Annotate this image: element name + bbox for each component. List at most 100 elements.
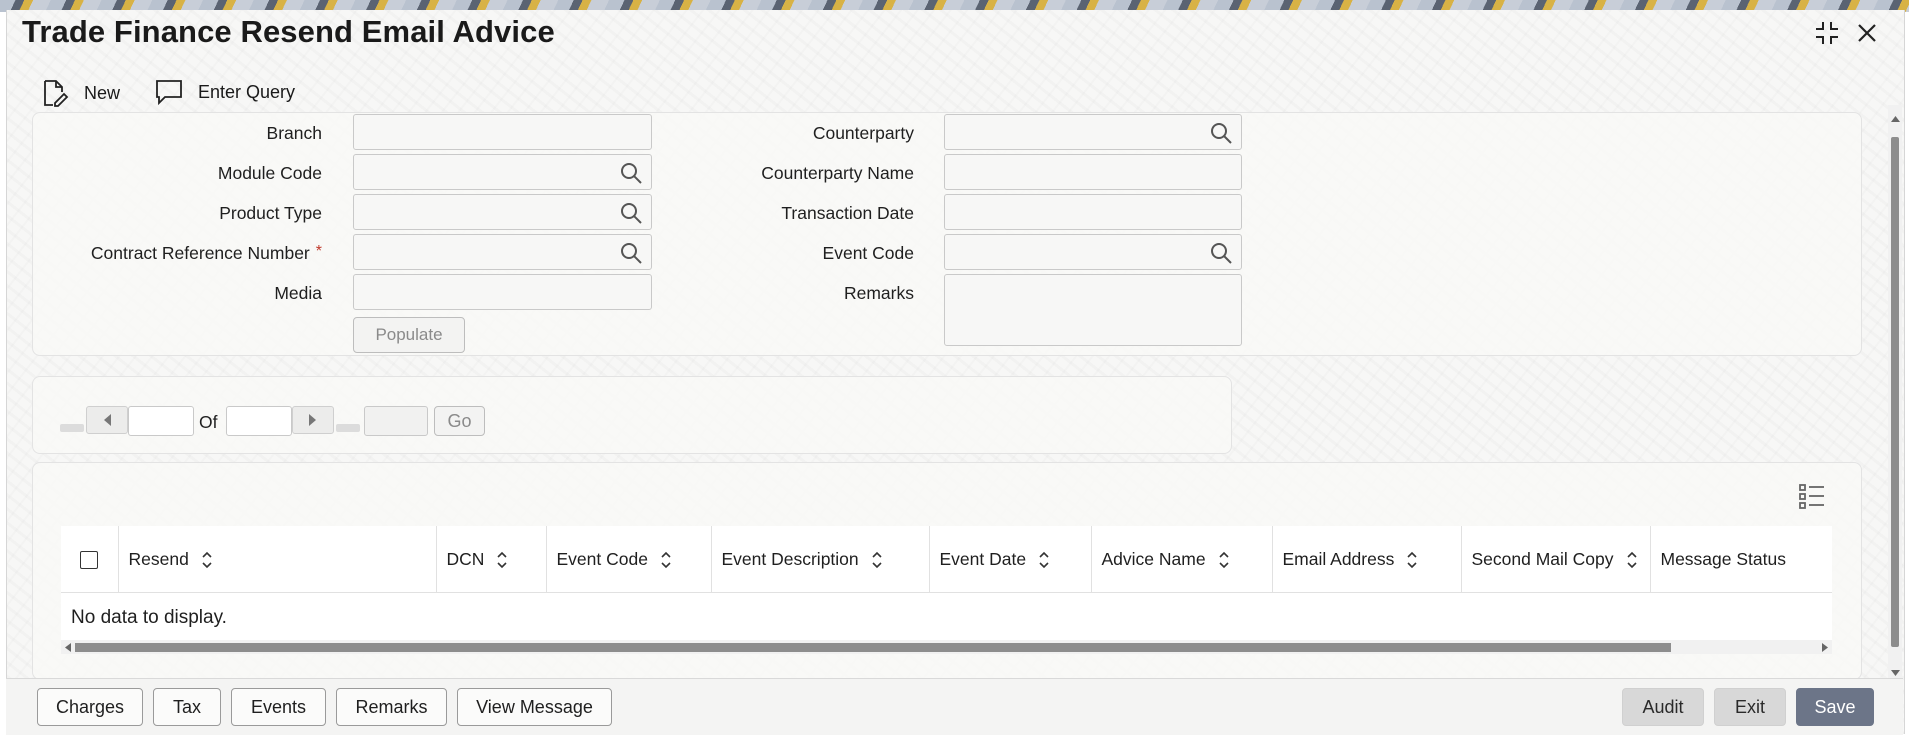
vertical-scrollbar[interactable] <box>1888 105 1902 681</box>
remarks-field[interactable] <box>944 274 1242 346</box>
search-icon[interactable] <box>619 241 643 265</box>
contract-ref-text: Contract Reference Number <box>90 243 310 263</box>
required-marker: * <box>315 243 322 260</box>
media-field[interactable] <box>353 274 652 310</box>
goto-page-field[interactable] <box>364 406 428 436</box>
select-all-checkbox[interactable] <box>80 550 99 569</box>
column-header-label: Event Code <box>556 548 648 569</box>
media-input[interactable] <box>354 275 651 309</box>
column-options-button[interactable] <box>1798 482 1826 515</box>
close-icon <box>1858 24 1876 42</box>
caret-left-icon <box>104 414 111 426</box>
column-header-label: DCN <box>446 548 485 569</box>
transaction-date-field[interactable] <box>944 194 1242 230</box>
module-code-field[interactable] <box>353 154 652 190</box>
column-header[interactable]: Advice Name <box>1091 526 1273 593</box>
search-icon[interactable] <box>619 161 643 185</box>
event-code-field[interactable] <box>944 234 1242 270</box>
counterparty-name-input[interactable] <box>945 155 1241 189</box>
speech-bubble-icon <box>156 80 182 106</box>
close-button[interactable] <box>1852 18 1882 48</box>
sort-icon <box>1407 551 1417 569</box>
contract-ref-field[interactable] <box>353 234 652 270</box>
counterparty-label: Counterparty <box>812 123 914 143</box>
column-header[interactable]: Event Date <box>929 526 1092 593</box>
collapse-icon <box>1816 22 1838 44</box>
column-header[interactable]: Event Code <box>546 526 712 593</box>
next-page-button[interactable] <box>292 406 334 434</box>
select-all-header[interactable] <box>61 526 119 593</box>
current-page-input[interactable] <box>129 407 193 435</box>
column-header[interactable]: Message Status <box>1650 526 1832 593</box>
contract-ref-input[interactable] <box>354 235 651 269</box>
list-settings-icon <box>1799 484 1824 509</box>
maximize-button[interactable] <box>1812 18 1842 48</box>
scroll-right-icon[interactable] <box>1821 643 1829 652</box>
horizontal-scroll-thumb[interactable] <box>75 643 1671 652</box>
search-icon[interactable] <box>1209 121 1233 145</box>
populate-button[interactable]: Populate <box>353 317 465 353</box>
events-button[interactable]: Events <box>231 688 326 726</box>
view-message-button[interactable]: View Message <box>457 688 612 726</box>
audit-button[interactable]: Audit <box>1622 688 1704 726</box>
total-pages-field[interactable] <box>226 406 292 436</box>
transaction-date-input[interactable] <box>945 195 1241 229</box>
enter-query-button[interactable]: Enter Query <box>154 78 295 106</box>
horizontal-scrollbar[interactable] <box>61 640 1832 654</box>
column-header[interactable]: Resend <box>118 526 437 593</box>
charges-button[interactable]: Charges <box>37 688 143 726</box>
new-button[interactable]: New <box>40 78 120 108</box>
contract-ref-label: Contract Reference Number * <box>91 243 322 264</box>
column-header-label: Event Description <box>721 548 859 569</box>
column-header-label: Email Address <box>1282 548 1395 569</box>
transaction-date-label: Transaction Date <box>781 203 914 223</box>
remarks-button[interactable]: Remarks <box>336 688 447 726</box>
search-icon[interactable] <box>1209 241 1233 265</box>
current-page-field[interactable] <box>128 406 194 436</box>
column-header[interactable]: Email Address <box>1272 526 1462 593</box>
counterparty-input[interactable] <box>945 115 1241 149</box>
sort-icon <box>872 551 882 569</box>
tax-button[interactable]: Tax <box>153 688 221 726</box>
module-code-input[interactable] <box>354 155 651 189</box>
remarks-textarea[interactable] <box>945 275 1241 345</box>
product-type-label: Product Type <box>219 203 322 223</box>
total-pages-input[interactable] <box>227 407 291 435</box>
scroll-up-icon[interactable] <box>1891 115 1900 123</box>
column-header-label: Resend <box>128 548 189 569</box>
sort-icon <box>661 551 671 569</box>
remarks-label: Remarks <box>843 283 914 303</box>
event-code-label: Event Code <box>822 243 914 263</box>
save-button[interactable]: Save <box>1796 688 1874 726</box>
column-header-label: Message Status <box>1660 548 1786 569</box>
goto-page-input[interactable] <box>365 407 427 435</box>
sort-icon <box>1219 551 1229 569</box>
empty-message: No data to display. <box>61 592 1832 643</box>
branch-input[interactable] <box>354 115 651 149</box>
branch-label: Branch <box>266 123 322 143</box>
column-header[interactable]: Second Mail Copy <box>1461 526 1651 593</box>
scroll-down-icon[interactable] <box>1891 669 1900 677</box>
new-document-icon <box>44 80 69 107</box>
previous-page-button[interactable] <box>86 406 128 434</box>
scroll-left-icon[interactable] <box>64 643 72 652</box>
column-header-label: Second Mail Copy <box>1471 548 1614 569</box>
column-header[interactable]: DCN <box>436 526 547 593</box>
sort-icon <box>497 551 507 569</box>
counterparty-name-field[interactable] <box>944 154 1242 190</box>
search-icon[interactable] <box>619 201 643 225</box>
enter-query-label: Enter Query <box>198 81 296 102</box>
go-button[interactable]: Go <box>434 406 485 436</box>
vertical-scroll-thumb[interactable] <box>1891 137 1899 647</box>
counterparty-name-label: Counterparty Name <box>761 163 914 183</box>
event-code-input[interactable] <box>945 235 1241 269</box>
pager-grip-left <box>60 424 84 432</box>
product-type-input[interactable] <box>354 195 651 229</box>
table-row: No data to display. <box>61 592 1832 643</box>
column-header-label: Advice Name <box>1101 548 1206 569</box>
exit-button[interactable]: Exit <box>1714 688 1786 726</box>
column-header[interactable]: Event Description <box>711 526 930 593</box>
product-type-field[interactable] <box>353 194 652 230</box>
counterparty-field[interactable] <box>944 114 1242 150</box>
branch-field[interactable] <box>353 114 652 150</box>
